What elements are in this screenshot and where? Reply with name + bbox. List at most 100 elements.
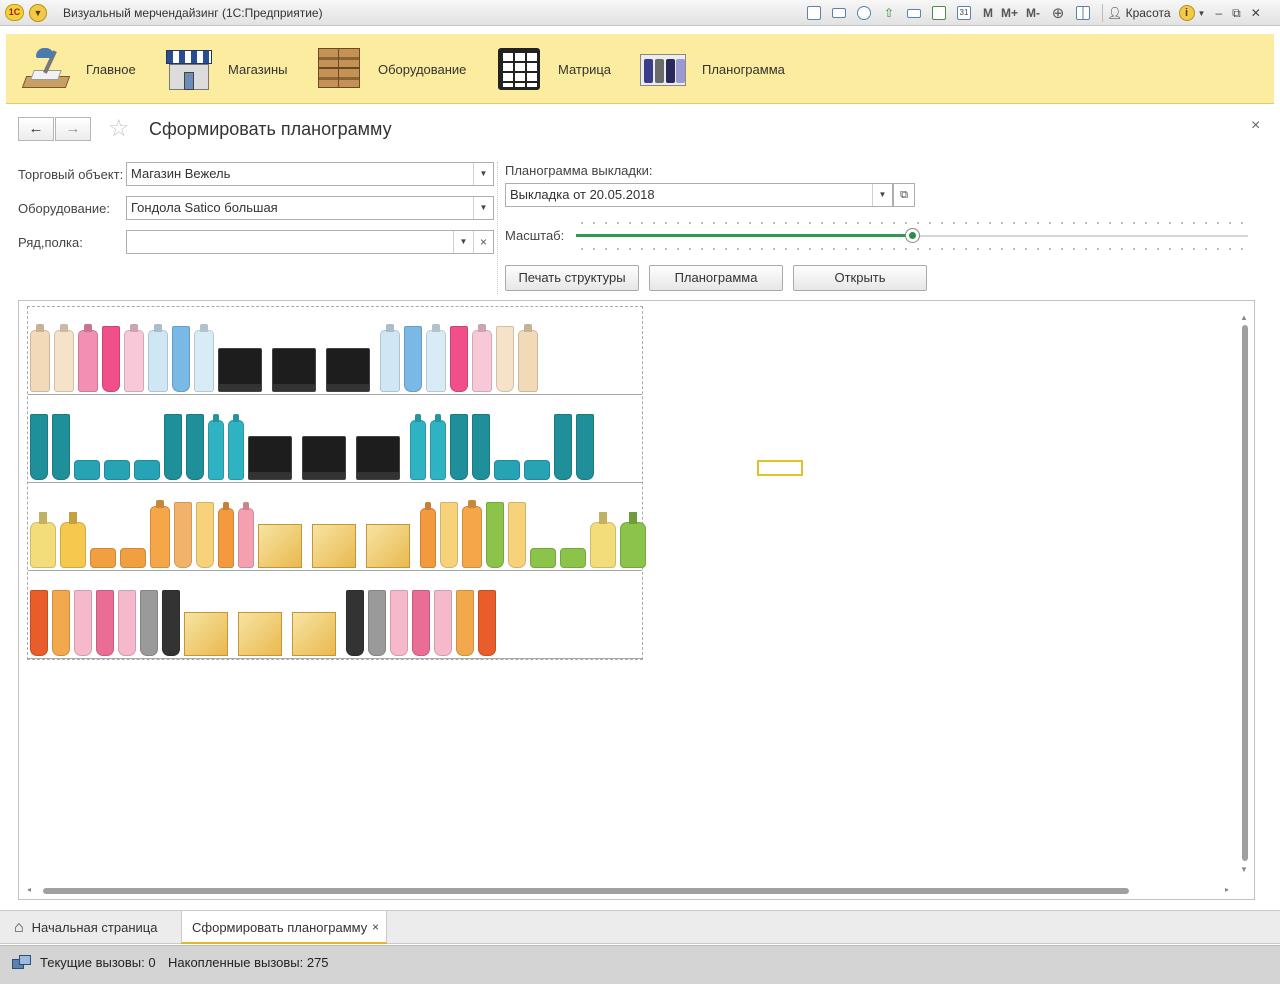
- section-stores[interactable]: Магазины: [164, 34, 288, 104]
- product-tube[interactable]: [508, 502, 526, 568]
- product-tube[interactable]: [450, 326, 468, 392]
- close-tab-icon[interactable]: ×: [372, 911, 379, 944]
- open-button[interactable]: Открыть: [793, 265, 927, 291]
- product-spray[interactable]: [228, 420, 244, 480]
- trade-object-field[interactable]: Магазин Вежель ▼: [126, 162, 494, 186]
- product-tube[interactable]: [52, 414, 70, 480]
- product-tube[interactable]: [440, 502, 458, 568]
- memory-m-plus-button[interactable]: M+: [1001, 6, 1018, 20]
- product-bottle[interactable]: [426, 330, 446, 392]
- memory-m-minus-button[interactable]: M-: [1026, 6, 1040, 20]
- section-equipment[interactable]: Оборудование: [314, 34, 466, 104]
- product-box[interactable]: [218, 348, 262, 392]
- print-structure-button[interactable]: Печать структуры: [505, 265, 639, 291]
- layout-icon[interactable]: [1073, 3, 1093, 23]
- row-shelf-field[interactable]: ▼ ×: [126, 230, 494, 254]
- chevron-down-icon[interactable]: ▼: [1198, 9, 1206, 18]
- product-tube[interactable]: [412, 590, 430, 656]
- product-tube[interactable]: [478, 590, 496, 656]
- product-jar[interactable]: [494, 460, 520, 480]
- scroll-left-arrow-icon[interactable]: ◂: [27, 885, 31, 894]
- save-icon[interactable]: [804, 3, 824, 23]
- clear-icon[interactable]: ×: [473, 231, 493, 253]
- product-tube[interactable]: [52, 590, 70, 656]
- horizontal-scroll-thumb[interactable]: [43, 888, 1129, 894]
- product-pump[interactable]: [620, 522, 646, 568]
- product-tube[interactable]: [450, 414, 468, 480]
- open-item-icon[interactable]: ⧉: [893, 183, 915, 207]
- product-bottle[interactable]: [150, 506, 170, 568]
- print-icon[interactable]: [829, 3, 849, 23]
- dropdown-arrow-icon[interactable]: ▼: [473, 197, 493, 219]
- calendar-icon[interactable]: 31: [954, 3, 974, 23]
- planogram-field[interactable]: Выкладка от 20.05.2018 ▼: [505, 183, 893, 207]
- section-planogram[interactable]: Планограмма: [638, 34, 785, 104]
- scale-slider[interactable]: [576, 222, 1248, 250]
- section-matrix[interactable]: Матрица: [494, 34, 611, 104]
- product-box[interactable]: [184, 612, 228, 656]
- product-tube[interactable]: [368, 590, 386, 656]
- product-spray[interactable]: [238, 508, 254, 568]
- dropdown-arrow-icon[interactable]: ▼: [872, 184, 892, 206]
- product-tube[interactable]: [186, 414, 204, 480]
- product-tube[interactable]: [390, 590, 408, 656]
- dropdown-arrow-icon[interactable]: ▼: [453, 231, 473, 253]
- product-box[interactable]: [356, 436, 400, 480]
- product-bottle[interactable]: [380, 330, 400, 392]
- product-jar[interactable]: [560, 548, 586, 568]
- export-icon[interactable]: ⇧: [879, 3, 899, 23]
- product-jar[interactable]: [120, 548, 146, 568]
- product-box[interactable]: [258, 524, 302, 568]
- user-name[interactable]: 👤︎ Красота: [1107, 6, 1171, 20]
- product-bottle[interactable]: [124, 330, 144, 392]
- planogram-canvas[interactable]: ▲ ▼ ◂ ▸: [18, 300, 1255, 900]
- product-tube[interactable]: [346, 590, 364, 656]
- horizontal-scrollbar[interactable]: ◂ ▸: [27, 885, 1233, 894]
- product-box[interactable]: [248, 436, 292, 480]
- close-form-icon[interactable]: ×: [1251, 117, 1260, 135]
- product-bottle[interactable]: [518, 330, 538, 392]
- info-icon[interactable]: i: [1178, 5, 1195, 21]
- product-tube[interactable]: [472, 414, 490, 480]
- product-spray[interactable]: [430, 420, 446, 480]
- product-spray[interactable]: [420, 508, 436, 568]
- forward-button[interactable]: →: [55, 117, 91, 141]
- product-jar[interactable]: [90, 548, 116, 568]
- memory-m-button[interactable]: M: [983, 6, 993, 20]
- tab-home[interactable]: ⌂ Начальная страница: [14, 911, 157, 944]
- product-tube[interactable]: [172, 326, 190, 392]
- product-pump[interactable]: [30, 522, 56, 568]
- product-box[interactable]: [292, 612, 336, 656]
- product-bottle[interactable]: [472, 330, 492, 392]
- product-tube[interactable]: [118, 590, 136, 656]
- scroll-right-arrow-icon[interactable]: ▸: [1225, 885, 1229, 894]
- product-spray[interactable]: [208, 420, 224, 480]
- product-tube[interactable]: [496, 326, 514, 392]
- product-box[interactable]: [272, 348, 316, 392]
- scroll-up-arrow-icon[interactable]: ▲: [1240, 313, 1248, 322]
- close-window-icon[interactable]: ✕: [1251, 6, 1261, 20]
- product-tube[interactable]: [164, 414, 182, 480]
- product-spray[interactable]: [218, 508, 234, 568]
- product-bottle[interactable]: [148, 330, 168, 392]
- product-bottle[interactable]: [30, 330, 50, 392]
- product-jar[interactable]: [524, 460, 550, 480]
- product-tube[interactable]: [486, 502, 504, 568]
- vertical-scrollbar[interactable]: ▲ ▼: [1240, 313, 1248, 874]
- product-box[interactable]: [366, 524, 410, 568]
- product-tube[interactable]: [174, 502, 192, 568]
- product-box[interactable]: [302, 436, 346, 480]
- section-main[interactable]: Главное: [21, 34, 136, 104]
- product-jar[interactable]: [530, 548, 556, 568]
- product-box[interactable]: [326, 348, 370, 392]
- equipment-field[interactable]: Гондола Satico большая ▼: [126, 196, 494, 220]
- product-box[interactable]: [312, 524, 356, 568]
- product-tube[interactable]: [162, 590, 180, 656]
- product-jar[interactable]: [74, 460, 100, 480]
- dropdown-arrow-icon[interactable]: ▼: [473, 163, 493, 185]
- product-bottle[interactable]: [194, 330, 214, 392]
- back-button[interactable]: ←: [18, 117, 54, 141]
- favorite-star-icon[interactable]: ☆: [108, 114, 130, 143]
- product-tube[interactable]: [30, 414, 48, 480]
- product-tube[interactable]: [140, 590, 158, 656]
